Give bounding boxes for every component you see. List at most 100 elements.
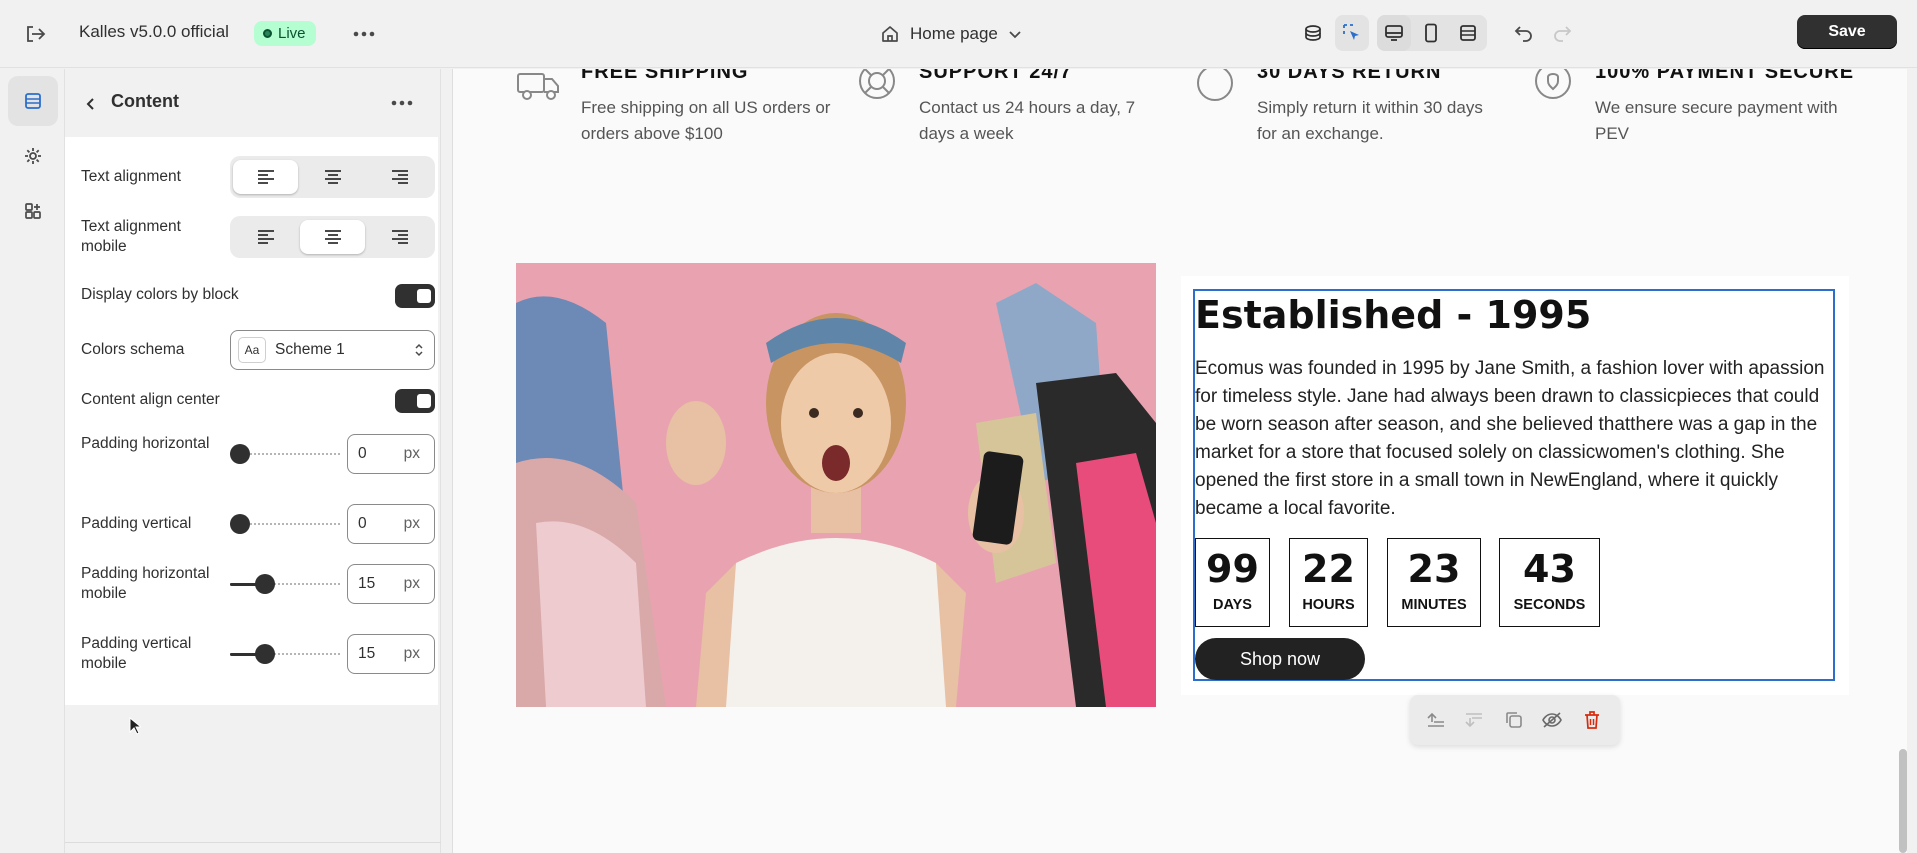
colors-schema-select[interactable]: Aa Scheme 1 — [230, 330, 435, 370]
display-colors-toggle[interactable] — [395, 284, 435, 308]
padding-horizontal-slider[interactable] — [230, 444, 340, 464]
text-alignment-segmented — [230, 156, 435, 198]
left-rail — [0, 69, 65, 853]
slider-thumb[interactable] — [230, 444, 250, 464]
padding-vertical-mobile-input[interactable]: 15 px — [347, 634, 435, 674]
sidebar-more-icon[interactable] — [388, 91, 416, 115]
setting-label: Padding vertical mobile — [81, 635, 192, 672]
feature-description: Free shipping on all US orders or orders… — [581, 98, 831, 143]
slider-thumb[interactable] — [230, 514, 250, 534]
align-right-icon[interactable] — [367, 220, 432, 254]
align-center-icon[interactable] — [300, 160, 365, 194]
theme-settings-gear-icon[interactable] — [8, 131, 58, 181]
content-body: Ecomus was founded in 1995 by Jane Smith… — [1195, 358, 1825, 519]
setting-content-align-center: Content align center — [81, 387, 435, 415]
countdown-label: HOURS — [1302, 597, 1355, 613]
setting-display-colors-by-block: Display colors by block — [81, 282, 435, 310]
move-down-icon[interactable] — [1462, 708, 1486, 732]
top-bar: Kalles v5.0.0 official Live Home page Sa… — [0, 0, 1917, 68]
duplicate-icon[interactable] — [1502, 708, 1526, 732]
setting-label: Padding vertical — [81, 515, 192, 532]
slider-thumb[interactable] — [255, 574, 275, 594]
number-value: 15 — [358, 575, 376, 592]
feature-item: 100% PAYMENT SECURE We ensure secure pay… — [1529, 69, 1853, 159]
theme-editor-icon[interactable] — [1296, 15, 1330, 51]
undo-icon[interactable] — [1507, 15, 1541, 51]
content-block[interactable]: Established - 1995 Ecomus was founded in… — [1181, 276, 1849, 695]
chevron-down-icon — [1009, 31, 1021, 39]
feature-description: Simply return it within 30 days for an e… — [1257, 98, 1483, 143]
exit-icon[interactable] — [22, 22, 48, 46]
unit-label: px — [403, 575, 420, 592]
apps-icon[interactable] — [8, 186, 58, 236]
setting-label: Text alignment mobile — [81, 218, 181, 255]
status-badge: Live — [254, 21, 316, 46]
shop-now-button[interactable]: Shop now — [1195, 638, 1365, 680]
setting-padding-horizontal: Padding horizontal 0 px — [81, 434, 435, 474]
setting-label: Colors schema — [81, 341, 185, 358]
desktop-icon[interactable] — [1377, 15, 1411, 51]
redo-icon[interactable] — [1545, 15, 1579, 51]
preview-scrollbar[interactable] — [1899, 749, 1907, 853]
align-left-icon[interactable] — [233, 160, 298, 194]
feature-title: 100% PAYMENT SECURE — [1595, 69, 1855, 83]
countdown-label: SECONDS — [1513, 597, 1586, 613]
setting-padding-horizontal-mobile: Padding horizontal mobile 15 px — [81, 564, 435, 604]
countdown-minutes: 23 MINUTES — [1387, 538, 1481, 627]
fullscreen-icon[interactable] — [1451, 15, 1485, 51]
sections-icon[interactable] — [8, 76, 58, 126]
status-badge-label: Live — [278, 25, 306, 42]
sidebar-title: Content — [111, 91, 179, 111]
settings-card: Text alignment Text alignment mobile Dis… — [65, 137, 438, 705]
delete-trash-icon[interactable] — [1580, 708, 1604, 732]
countdown-value: 99 — [1206, 547, 1259, 591]
sidebar-header: Content — [65, 69, 441, 136]
inspector-select-icon[interactable] — [1335, 15, 1369, 51]
countdown-label: MINUTES — [1401, 597, 1467, 613]
align-right-icon[interactable] — [367, 160, 432, 194]
countdown-value: 22 — [1302, 547, 1355, 591]
color-scheme-swatch-icon: Aa — [238, 337, 266, 363]
block-toolbar — [1410, 695, 1620, 745]
setting-label: Padding horizontal mobile — [81, 565, 210, 602]
padding-vertical-input[interactable]: 0 px — [347, 504, 435, 544]
more-options-icon[interactable] — [350, 22, 378, 46]
page-selector[interactable]: Home page — [880, 20, 1022, 48]
move-up-icon[interactable] — [1424, 708, 1448, 732]
padding-horizontal-mobile-slider[interactable] — [230, 574, 340, 594]
feature-item: 30 DAYS RETURN Simply return it within 3… — [1191, 69, 1511, 159]
number-value: 0 — [358, 515, 367, 532]
hero-image[interactable] — [516, 263, 1156, 707]
settings-sidebar: Content Text alignment Text alignment mo… — [65, 69, 441, 853]
number-value: 0 — [358, 445, 367, 462]
countdown-value: 23 — [1407, 547, 1461, 591]
align-left-icon[interactable] — [233, 220, 298, 254]
feature-description: Contact us 24 hours a day, 7 days a week — [919, 98, 1136, 143]
countdown-label: DAYS — [1213, 597, 1252, 613]
hide-eye-icon[interactable] — [1540, 708, 1564, 732]
feature-title: SUPPORT 24/7 — [919, 69, 1073, 83]
feature-item: SUPPORT 24/7 Contact us 24 hours a day, … — [853, 69, 1173, 159]
feature-title: 30 DAYS RETURN — [1257, 69, 1442, 83]
colors-schema-value: Scheme 1 — [275, 341, 345, 358]
content-align-center-toggle[interactable] — [395, 389, 435, 413]
padding-horizontal-mobile-input[interactable]: 15 px — [347, 564, 435, 604]
slider-thumb[interactable] — [255, 644, 275, 664]
countdown-days: 99 DAYS — [1195, 538, 1270, 627]
mobile-icon[interactable] — [1414, 15, 1448, 51]
align-center-icon[interactable] — [300, 220, 365, 254]
lifebuoy-icon — [853, 69, 901, 109]
topbar-actions: Save — [1217, 15, 1917, 53]
store-name: Kalles v5.0.0 official — [79, 22, 229, 41]
unit-label: px — [403, 445, 420, 462]
status-dot-icon — [263, 29, 272, 38]
return-icon — [1191, 69, 1239, 109]
setting-text-alignment-mobile: Text alignment mobile — [81, 216, 435, 258]
padding-vertical-slider[interactable] — [230, 514, 340, 534]
setting-label: Display colors by block — [81, 286, 239, 303]
back-arrow-icon[interactable] — [78, 91, 104, 117]
padding-horizontal-input[interactable]: 0 px — [347, 434, 435, 474]
save-button[interactable]: Save — [1797, 15, 1897, 49]
padding-vertical-mobile-slider[interactable] — [230, 644, 340, 664]
countdown-hours: 22 HOURS — [1289, 538, 1368, 627]
